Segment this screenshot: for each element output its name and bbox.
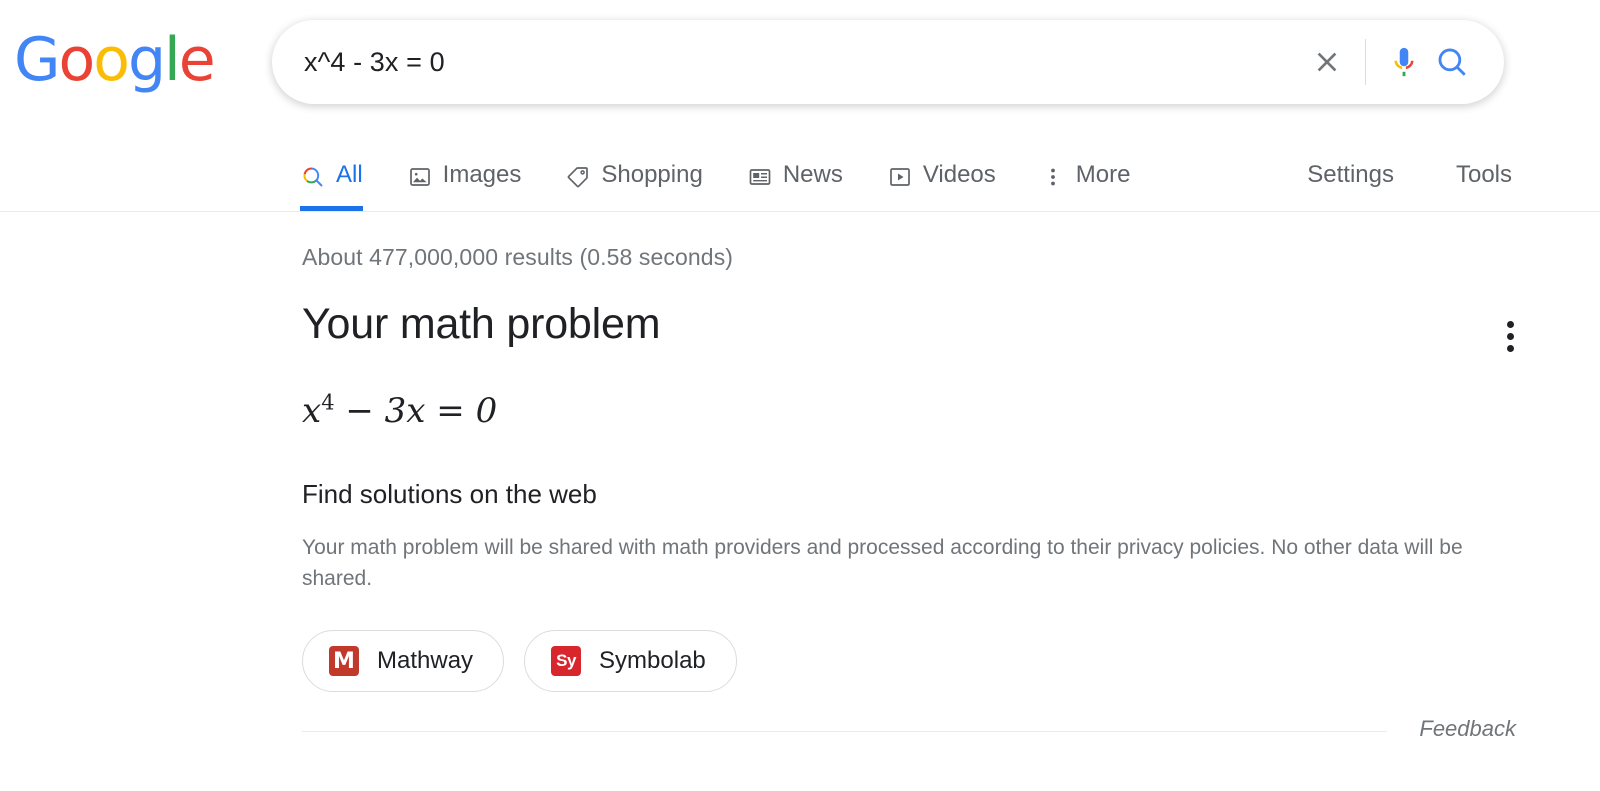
search-submit-button[interactable] [1428, 38, 1476, 86]
tab-label: Videos [922, 161, 996, 188]
provider-label: Mathway [377, 647, 474, 674]
search-icon [1438, 48, 1466, 76]
settings-link[interactable]: Settings [1307, 162, 1394, 188]
logo-letter-g1: G [14, 25, 60, 95]
more-vertical-icon [1506, 344, 1514, 352]
search-input[interactable] [272, 42, 1303, 82]
play-box-icon [887, 164, 913, 190]
more-vertical-icon [1506, 332, 1514, 340]
tab-label: More [1075, 161, 1131, 188]
search-actions-divider [1365, 39, 1366, 85]
tab-label: All [336, 161, 363, 188]
provider-chip-symbolab[interactable]: Sy Symbolab [524, 630, 737, 692]
math-equation: x4 − 3x = 0 [302, 390, 1512, 431]
clear-search-button[interactable] [1303, 38, 1351, 86]
tab-all[interactable]: All [300, 128, 385, 211]
math-solver-card: Your math problem x4 − 3x = 0 Find solut… [302, 298, 1514, 692]
tab-label: Images [442, 161, 522, 188]
logo-letter-o1: o [58, 25, 96, 95]
tab-shopping[interactable]: Shopping [565, 128, 724, 211]
search-icon [300, 164, 326, 190]
close-icon [1317, 52, 1337, 72]
provider-chips: M Mathway Sy Symbolab [302, 630, 1512, 692]
result-stats: About 477,000,000 results (0.58 seconds) [302, 244, 734, 270]
logo-letter-o2: o [93, 25, 130, 95]
logo-letter-l: l [164, 25, 181, 95]
logo-letter-e: e [178, 25, 216, 95]
feedback-link[interactable]: Feedback [1419, 716, 1516, 742]
tab-more[interactable]: More [1040, 128, 1153, 211]
mathway-logo-icon: M [329, 646, 359, 676]
page-title: Your math problem [302, 300, 661, 348]
provider-label: Symbolab [599, 647, 706, 674]
nav-right-links: Settings Tools [1245, 128, 1600, 188]
provider-chip-mathway[interactable]: M Mathway [302, 630, 505, 692]
card-overflow-menu-button[interactable] [1490, 316, 1530, 356]
nav-tabs: All Images Shopping News Videos More Set… [300, 128, 1600, 211]
privacy-disclaimer: Your math problem will be shared with ma… [302, 536, 1463, 590]
equation-base: x [302, 391, 322, 431]
tab-images[interactable]: Images [407, 128, 544, 211]
image-icon [407, 164, 433, 190]
microphone-icon [1394, 47, 1414, 77]
newspaper-icon [747, 164, 773, 190]
equation-exponent: 4 [321, 390, 335, 415]
find-solutions-heading: Find solutions on the web [302, 479, 597, 509]
page-header: Google [0, 0, 1600, 128]
google-logo[interactable]: Google [14, 25, 216, 95]
voice-search-button[interactable] [1380, 38, 1428, 86]
symbolab-logo-icon: Sy [551, 646, 582, 676]
more-vertical-icon [1040, 164, 1066, 190]
tools-link[interactable]: Tools [1456, 162, 1512, 188]
search-nav-bar: All Images Shopping News Videos More Set… [0, 128, 1600, 212]
tab-label: News [782, 161, 843, 188]
search-box-actions [1303, 38, 1504, 86]
tab-label: Shopping [601, 161, 703, 188]
equation-rest: − 3x = 0 [345, 391, 498, 431]
footer-divider [302, 731, 1387, 732]
more-vertical-icon [1506, 320, 1514, 328]
tag-icon [565, 164, 591, 190]
search-box[interactable] [272, 20, 1504, 104]
logo-letter-g2: g [127, 25, 166, 95]
tab-news[interactable]: News [747, 128, 865, 211]
tab-videos[interactable]: Videos [887, 128, 1018, 211]
